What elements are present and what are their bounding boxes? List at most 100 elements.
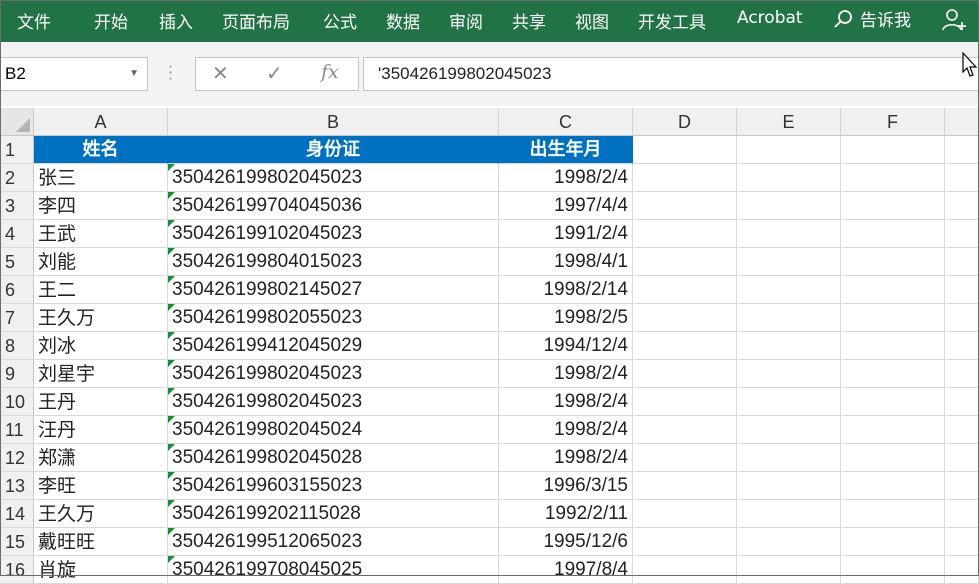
row-header[interactable]: 7 <box>0 304 34 332</box>
tell-me-box[interactable]: 告诉我 <box>832 6 911 31</box>
empty-cell[interactable] <box>633 528 737 556</box>
header-cell-birth[interactable]: 出生年月 <box>499 136 633 164</box>
empty-cell[interactable] <box>737 136 841 164</box>
select-all-corner[interactable] <box>0 108 34 136</box>
chevron-down-icon[interactable]: ▼ <box>129 58 139 90</box>
empty-cell[interactable] <box>737 248 841 276</box>
empty-cell[interactable] <box>737 192 841 220</box>
empty-cell[interactable] <box>841 248 945 276</box>
empty-cell[interactable] <box>945 276 979 304</box>
id-cell[interactable]: 350426199804015023 <box>168 248 499 276</box>
empty-cell[interactable] <box>945 220 979 248</box>
id-cell[interactable]: 350426199412045029 <box>168 332 499 360</box>
date-cell[interactable]: 1994/12/4 <box>499 332 633 360</box>
empty-cell[interactable] <box>945 164 979 192</box>
name-cell[interactable]: 王久万 <box>34 304 168 332</box>
empty-cell[interactable] <box>633 192 737 220</box>
empty-cell[interactable] <box>633 136 737 164</box>
tab-formulas[interactable]: 公式 <box>323 8 357 33</box>
row-header[interactable]: 11 <box>0 416 34 444</box>
empty-cell[interactable] <box>737 332 841 360</box>
id-cell[interactable]: 350426199202115028 <box>168 500 499 528</box>
empty-cell[interactable] <box>737 304 841 332</box>
empty-cell[interactable] <box>945 556 979 584</box>
date-cell[interactable]: 1998/2/4 <box>499 164 633 192</box>
date-cell[interactable]: 1997/4/4 <box>499 192 633 220</box>
column-header-g[interactable] <box>945 108 979 136</box>
date-cell[interactable]: 1998/2/4 <box>499 416 633 444</box>
empty-cell[interactable] <box>841 528 945 556</box>
date-cell[interactable]: 1998/2/4 <box>499 360 633 388</box>
name-cell[interactable]: 张三 <box>34 164 168 192</box>
date-cell[interactable]: 1998/2/4 <box>499 388 633 416</box>
insert-function-icon[interactable]: 𝑓x <box>321 61 339 83</box>
date-cell[interactable]: 1997/8/4 <box>499 556 633 584</box>
tab-data[interactable]: 数据 <box>386 8 420 33</box>
empty-cell[interactable] <box>737 500 841 528</box>
empty-cell[interactable] <box>633 500 737 528</box>
row-header[interactable]: 14 <box>0 500 34 528</box>
tab-acrobat[interactable]: Acrobat <box>737 8 803 28</box>
row-header[interactable]: 16 <box>0 556 34 584</box>
column-header-b[interactable]: B <box>168 108 499 136</box>
column-header-f[interactable]: F <box>841 108 945 136</box>
id-cell[interactable]: 350426199102045023 <box>168 220 499 248</box>
empty-cell[interactable] <box>737 528 841 556</box>
id-cell[interactable]: 350426199802045023 <box>168 388 499 416</box>
empty-cell[interactable] <box>841 192 945 220</box>
name-cell[interactable]: 刘能 <box>34 248 168 276</box>
empty-cell[interactable] <box>841 164 945 192</box>
empty-cell[interactable] <box>737 444 841 472</box>
empty-cell[interactable] <box>633 220 737 248</box>
header-cell-id[interactable]: 身份证 <box>168 136 499 164</box>
row-header[interactable]: 9 <box>0 360 34 388</box>
empty-cell[interactable] <box>737 556 841 584</box>
name-cell[interactable]: 王久万 <box>34 500 168 528</box>
empty-cell[interactable] <box>841 220 945 248</box>
empty-cell[interactable] <box>633 164 737 192</box>
id-cell[interactable]: 350426199704045036 <box>168 192 499 220</box>
date-cell[interactable]: 1995/12/6 <box>499 528 633 556</box>
empty-cell[interactable] <box>945 528 979 556</box>
id-cell[interactable]: 350426199802045028 <box>168 444 499 472</box>
empty-cell[interactable] <box>737 360 841 388</box>
empty-cell[interactable] <box>945 360 979 388</box>
row-header[interactable]: 8 <box>0 332 34 360</box>
formula-input[interactable]: '350426199802045023 <box>363 57 979 91</box>
date-cell[interactable]: 1998/2/5 <box>499 304 633 332</box>
name-cell[interactable]: 戴旺旺 <box>34 528 168 556</box>
name-cell[interactable]: 郑潇 <box>34 444 168 472</box>
tab-developer[interactable]: 开发工具 <box>638 8 706 33</box>
empty-cell[interactable] <box>841 500 945 528</box>
name-cell[interactable]: 李四 <box>34 192 168 220</box>
name-cell[interactable]: 李旺 <box>34 472 168 500</box>
row-header[interactable]: 13 <box>0 472 34 500</box>
drag-handle-icon[interactable]: · · · <box>168 59 173 87</box>
id-cell[interactable]: 350426199512065023 <box>168 528 499 556</box>
enter-check-icon[interactable]: ✓ <box>266 61 283 85</box>
empty-cell[interactable] <box>841 360 945 388</box>
tab-file[interactable]: 文件 <box>17 8 51 33</box>
empty-cell[interactable] <box>945 500 979 528</box>
empty-cell[interactable] <box>945 304 979 332</box>
empty-cell[interactable] <box>945 136 979 164</box>
name-cell[interactable]: 王丹 <box>34 388 168 416</box>
row-header[interactable]: 1 <box>0 136 34 164</box>
row-header[interactable]: 6 <box>0 276 34 304</box>
tab-insert[interactable]: 插入 <box>159 8 193 33</box>
row-header[interactable]: 12 <box>0 444 34 472</box>
id-cell[interactable]: 350426199802045023 <box>168 360 499 388</box>
empty-cell[interactable] <box>841 416 945 444</box>
row-header[interactable]: 3 <box>0 192 34 220</box>
empty-cell[interactable] <box>737 472 841 500</box>
empty-cell[interactable] <box>841 556 945 584</box>
empty-cell[interactable] <box>945 416 979 444</box>
tab-share[interactable]: 共享 <box>512 8 546 33</box>
date-cell[interactable]: 1991/2/4 <box>499 220 633 248</box>
empty-cell[interactable] <box>633 304 737 332</box>
empty-cell[interactable] <box>841 276 945 304</box>
empty-cell[interactable] <box>737 164 841 192</box>
date-cell[interactable]: 1996/3/15 <box>499 472 633 500</box>
row-header[interactable]: 5 <box>0 248 34 276</box>
cancel-icon[interactable]: ✕ <box>212 61 229 85</box>
